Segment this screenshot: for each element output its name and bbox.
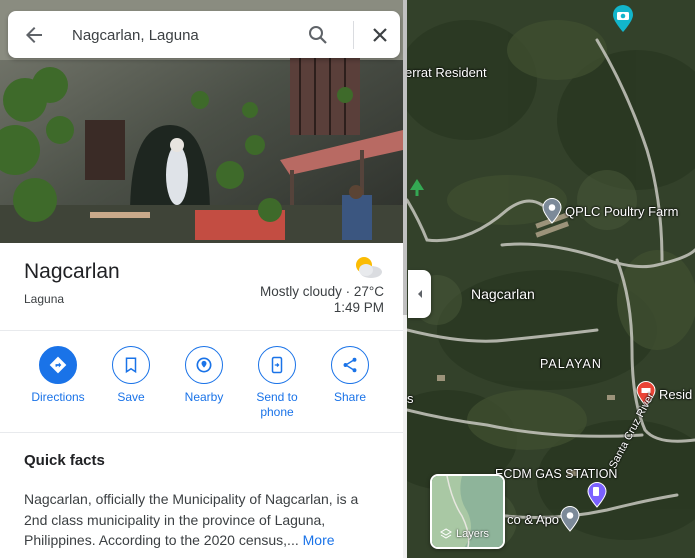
nearby-label: Nearby (184, 390, 224, 404)
share-label: Share (333, 390, 367, 404)
search-divider (353, 21, 354, 49)
place-title: Nagcarlan (24, 260, 120, 283)
map-label-poultry-farm[interactable]: QPLC Poultry Farm (565, 204, 678, 219)
map-label-palayan[interactable]: PALAYAN (540, 357, 602, 371)
map-label-co-apo[interactable]: co & Apo (507, 512, 559, 527)
layers-label: Layers (456, 528, 490, 540)
gas-station-pin-icon[interactable] (587, 482, 607, 508)
close-icon[interactable] (368, 23, 392, 47)
tree-pin-icon[interactable] (409, 178, 425, 200)
search-input[interactable] (72, 23, 292, 47)
weather-condition: Mostly cloudy · 27°C (260, 284, 384, 299)
back-arrow-icon[interactable] (22, 23, 46, 47)
save-button[interactable]: Save (96, 346, 166, 405)
directions-icon (49, 356, 67, 374)
divider (0, 330, 403, 331)
location-pin-icon[interactable] (560, 506, 580, 532)
divider (0, 432, 403, 433)
place-subtitle: Laguna (24, 292, 65, 306)
quick-facts-body: Nagcarlan, officially the Municipality o… (24, 489, 374, 551)
directions-label: Directions (31, 390, 85, 404)
share-icon (343, 357, 357, 373)
search-box (8, 11, 400, 58)
save-label: Save (117, 390, 145, 404)
search-icon[interactable] (306, 23, 330, 47)
chevron-left-icon (417, 290, 422, 298)
map-label-town[interactable]: Nagcarlan (471, 286, 535, 302)
nearby-icon (196, 357, 212, 373)
camera-pin-icon[interactable] (612, 5, 634, 33)
phone-icon (271, 356, 283, 374)
mostly-cloudy-icon (356, 257, 382, 278)
location-pin-icon[interactable] (542, 198, 562, 224)
map-label-s[interactable]: s (407, 391, 414, 406)
more-link[interactable]: More (303, 532, 335, 548)
layers-icon (440, 528, 452, 539)
place-panel: Nagcarlan Laguna Mostly cloudy · 27°C 1:… (0, 0, 403, 558)
send-to-phone-button[interactable]: Send to phone (242, 346, 312, 420)
local-time: 1:49 PM (333, 300, 384, 315)
share-button[interactable]: Share (315, 346, 385, 405)
map-label-resid[interactable]: Resid (659, 387, 692, 402)
map-label-gas-station[interactable]: ECDM GAS STATION (495, 467, 617, 481)
quick-facts-title: Quick facts (24, 452, 105, 469)
layers-button[interactable]: Layers (430, 474, 505, 549)
send-to-phone-label: Send to phone (256, 390, 298, 419)
directions-button[interactable]: Directions (23, 346, 93, 405)
layers-label-row: Layers (440, 528, 489, 540)
map-label-resident[interactable]: errat Resident (407, 65, 487, 80)
nearby-button[interactable]: Nearby (169, 346, 239, 405)
collapse-panel-button[interactable] (408, 270, 431, 318)
bookmark-icon (125, 357, 137, 374)
